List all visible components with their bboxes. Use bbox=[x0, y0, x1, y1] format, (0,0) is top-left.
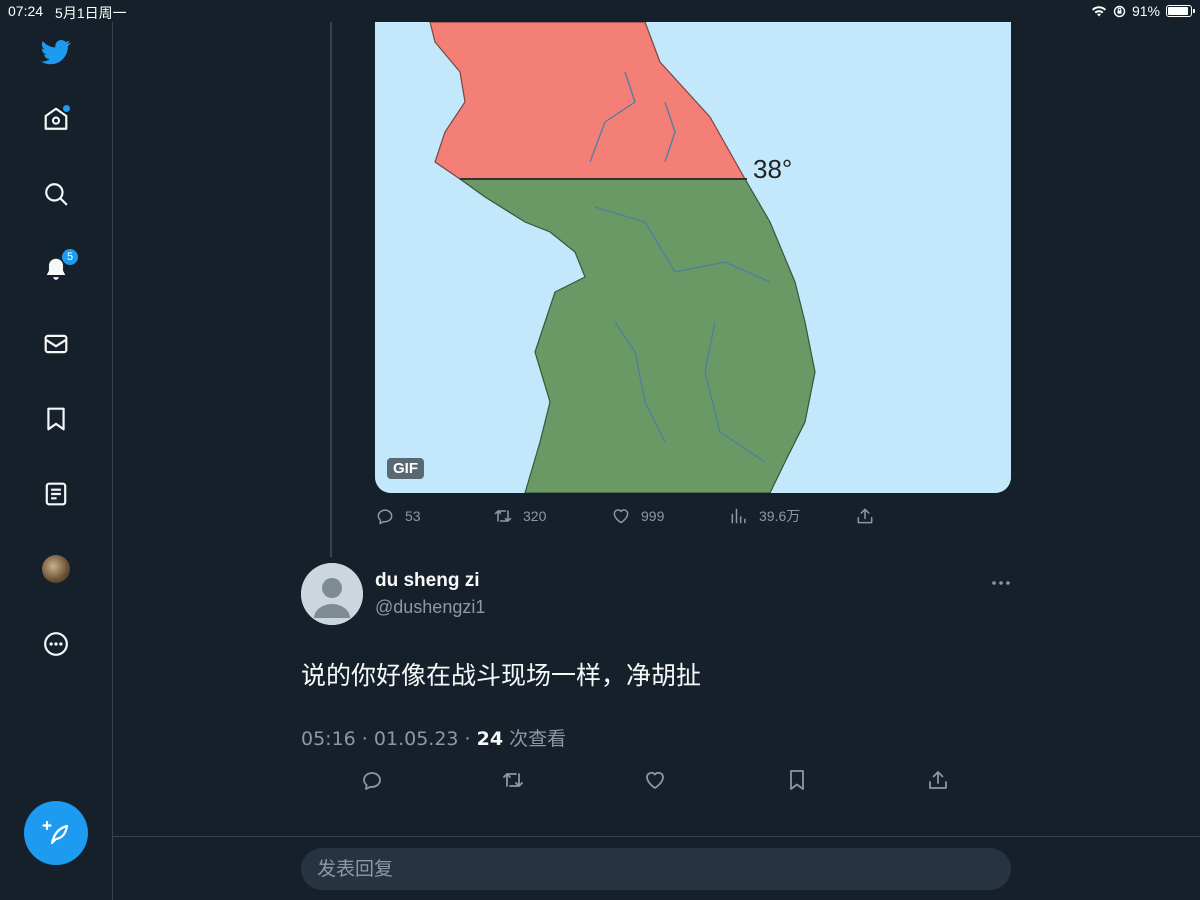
tweet-date[interactable]: 01.05.23 bbox=[374, 728, 459, 750]
status-time: 07:24 bbox=[8, 3, 44, 19]
search-icon bbox=[45, 183, 68, 206]
share-icon bbox=[929, 771, 947, 789]
tweet-views-count: 24 bbox=[476, 728, 504, 750]
korea-map-image bbox=[375, 22, 1011, 493]
default-avatar-icon bbox=[301, 563, 363, 625]
parent-tweet-actions: 53 320 999 39.6万 bbox=[375, 506, 895, 528]
sidebar-item-profile[interactable] bbox=[40, 553, 72, 585]
sidebar-item-more[interactable] bbox=[40, 628, 72, 660]
like-count: 999 bbox=[641, 508, 665, 524]
author-handle[interactable]: @dushengzi1 bbox=[375, 597, 485, 618]
reply-icon bbox=[377, 509, 393, 525]
more-horizontal-icon bbox=[992, 581, 1010, 585]
map-latitude-label: 38° bbox=[753, 154, 793, 184]
views-button[interactable]: 39.6万 bbox=[729, 506, 800, 526]
battery-percent: 91% bbox=[1131, 3, 1160, 19]
retweet-icon bbox=[494, 510, 512, 522]
reply-button[interactable]: 53 bbox=[375, 506, 421, 526]
mail-icon bbox=[44, 334, 68, 354]
heart-icon bbox=[613, 509, 629, 524]
rotation-lock-icon bbox=[1113, 5, 1126, 17]
avatar bbox=[42, 555, 70, 583]
list-icon bbox=[45, 482, 67, 506]
retweet-count: 320 bbox=[523, 508, 547, 524]
tweet-views-label: 次查看 bbox=[509, 728, 567, 750]
tweet-more-button[interactable] bbox=[988, 573, 1014, 593]
sidebar-item-messages[interactable] bbox=[40, 328, 72, 360]
notification-badge: 5 bbox=[62, 249, 78, 265]
gif-badge[interactable]: GIF bbox=[387, 458, 424, 479]
tweet-meta: 05:16 · 01.05.23 · 24 次查看 bbox=[301, 728, 567, 750]
sidebar-item-explore[interactable] bbox=[40, 178, 72, 210]
wifi-icon bbox=[1091, 6, 1106, 17]
sidebar: 5 bbox=[0, 22, 113, 900]
reply-count: 53 bbox=[405, 508, 421, 524]
share-icon bbox=[857, 508, 873, 524]
share-button[interactable] bbox=[855, 506, 875, 526]
tweet-reply-button[interactable] bbox=[358, 766, 386, 794]
tweet-share-button[interactable] bbox=[924, 766, 952, 794]
tweet-retweet-button[interactable] bbox=[499, 766, 527, 794]
retweet-icon bbox=[503, 773, 523, 787]
bookmark-icon bbox=[790, 770, 804, 790]
reply-icon bbox=[363, 772, 381, 790]
twitter-logo-icon[interactable] bbox=[40, 36, 72, 68]
like-button[interactable]: 999 bbox=[611, 506, 664, 526]
status-bar: 07:24 5月1日周一 91% bbox=[0, 0, 1200, 22]
sidebar-item-notifications[interactable]: 5 bbox=[40, 249, 78, 285]
tweet-bookmark-button[interactable] bbox=[783, 766, 811, 794]
tweet-media-gif[interactable]: 38° GIF bbox=[375, 22, 1011, 493]
sidebar-item-lists[interactable] bbox=[40, 478, 72, 510]
sidebar-item-home[interactable] bbox=[40, 103, 72, 135]
reply-divider bbox=[112, 836, 1200, 837]
more-circle-icon bbox=[44, 632, 68, 656]
reply-input[interactable] bbox=[301, 848, 1011, 890]
tweet-actions bbox=[301, 766, 1011, 794]
status-date: 5月1日周一 bbox=[55, 5, 127, 21]
retweet-button[interactable]: 320 bbox=[493, 506, 546, 526]
tweet-text: 说的你好像在战斗现场一样，净胡扯 bbox=[301, 661, 702, 690]
battery-icon bbox=[1166, 5, 1195, 17]
thread-connector-line bbox=[330, 22, 332, 557]
tweet-like-button[interactable] bbox=[641, 766, 669, 794]
bookmark-icon bbox=[47, 407, 65, 431]
views-count: 39.6万 bbox=[759, 508, 801, 524]
home-notification-dot bbox=[63, 105, 70, 112]
feather-plus-icon bbox=[42, 820, 69, 845]
author-display-name[interactable]: du sheng zi bbox=[375, 570, 480, 592]
heart-icon bbox=[646, 771, 664, 789]
tweet-time[interactable]: 05:16 bbox=[301, 728, 356, 750]
sidebar-item-bookmarks[interactable] bbox=[40, 403, 72, 435]
analytics-icon bbox=[731, 508, 746, 524]
compose-tweet-button[interactable] bbox=[24, 801, 88, 865]
tweet-author-avatar[interactable] bbox=[301, 563, 363, 625]
